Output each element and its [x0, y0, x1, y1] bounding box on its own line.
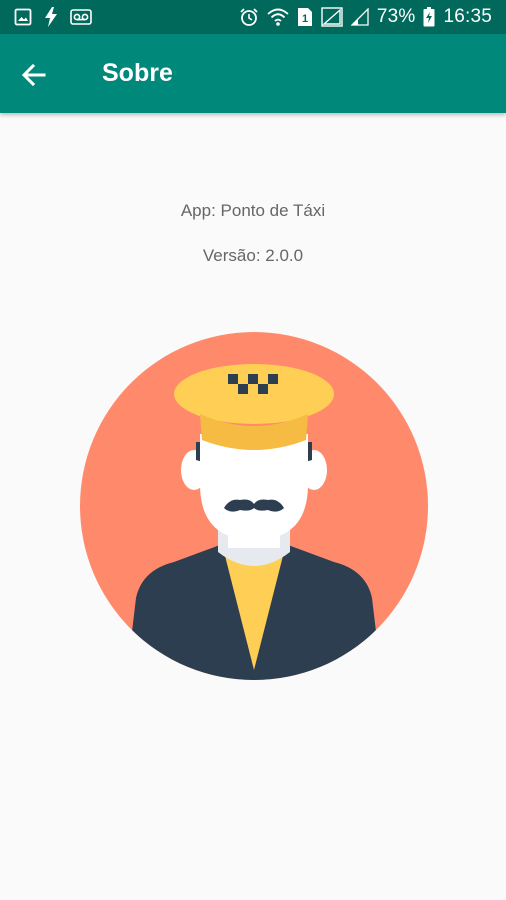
status-right: 1 73% 16:35 — [239, 6, 492, 28]
app-bar: Sobre — [0, 34, 506, 113]
alarm-icon — [239, 7, 259, 27]
battery-charging-icon — [423, 7, 435, 27]
flash-icon — [44, 7, 58, 27]
sim-icon: 1 — [297, 7, 313, 27]
image-icon — [14, 8, 32, 26]
status-left — [14, 7, 92, 27]
battery-percent: 73% — [376, 6, 416, 27]
arrow-back-icon — [21, 62, 47, 88]
signal-weak-icon — [350, 8, 369, 26]
wifi-icon — [267, 7, 289, 27]
page-title: Sobre — [102, 59, 173, 87]
back-button[interactable] — [14, 55, 54, 95]
status-bar: 1 73% 16:35 — [0, 0, 506, 34]
svg-text:1: 1 — [302, 13, 308, 25]
about-content: App: Ponto de Táxi Versão: 2.0.0 — [0, 113, 506, 900]
cap — [174, 364, 334, 424]
clock: 16:35 — [443, 6, 492, 27]
voicemail-icon — [70, 9, 92, 25]
app-version-label: Versão: 2.0.0 — [202, 246, 304, 265]
taxi-driver-avatar — [78, 330, 430, 682]
app-name-label: App: Ponto de Táxi — [180, 201, 326, 220]
signal-icon — [321, 7, 343, 27]
